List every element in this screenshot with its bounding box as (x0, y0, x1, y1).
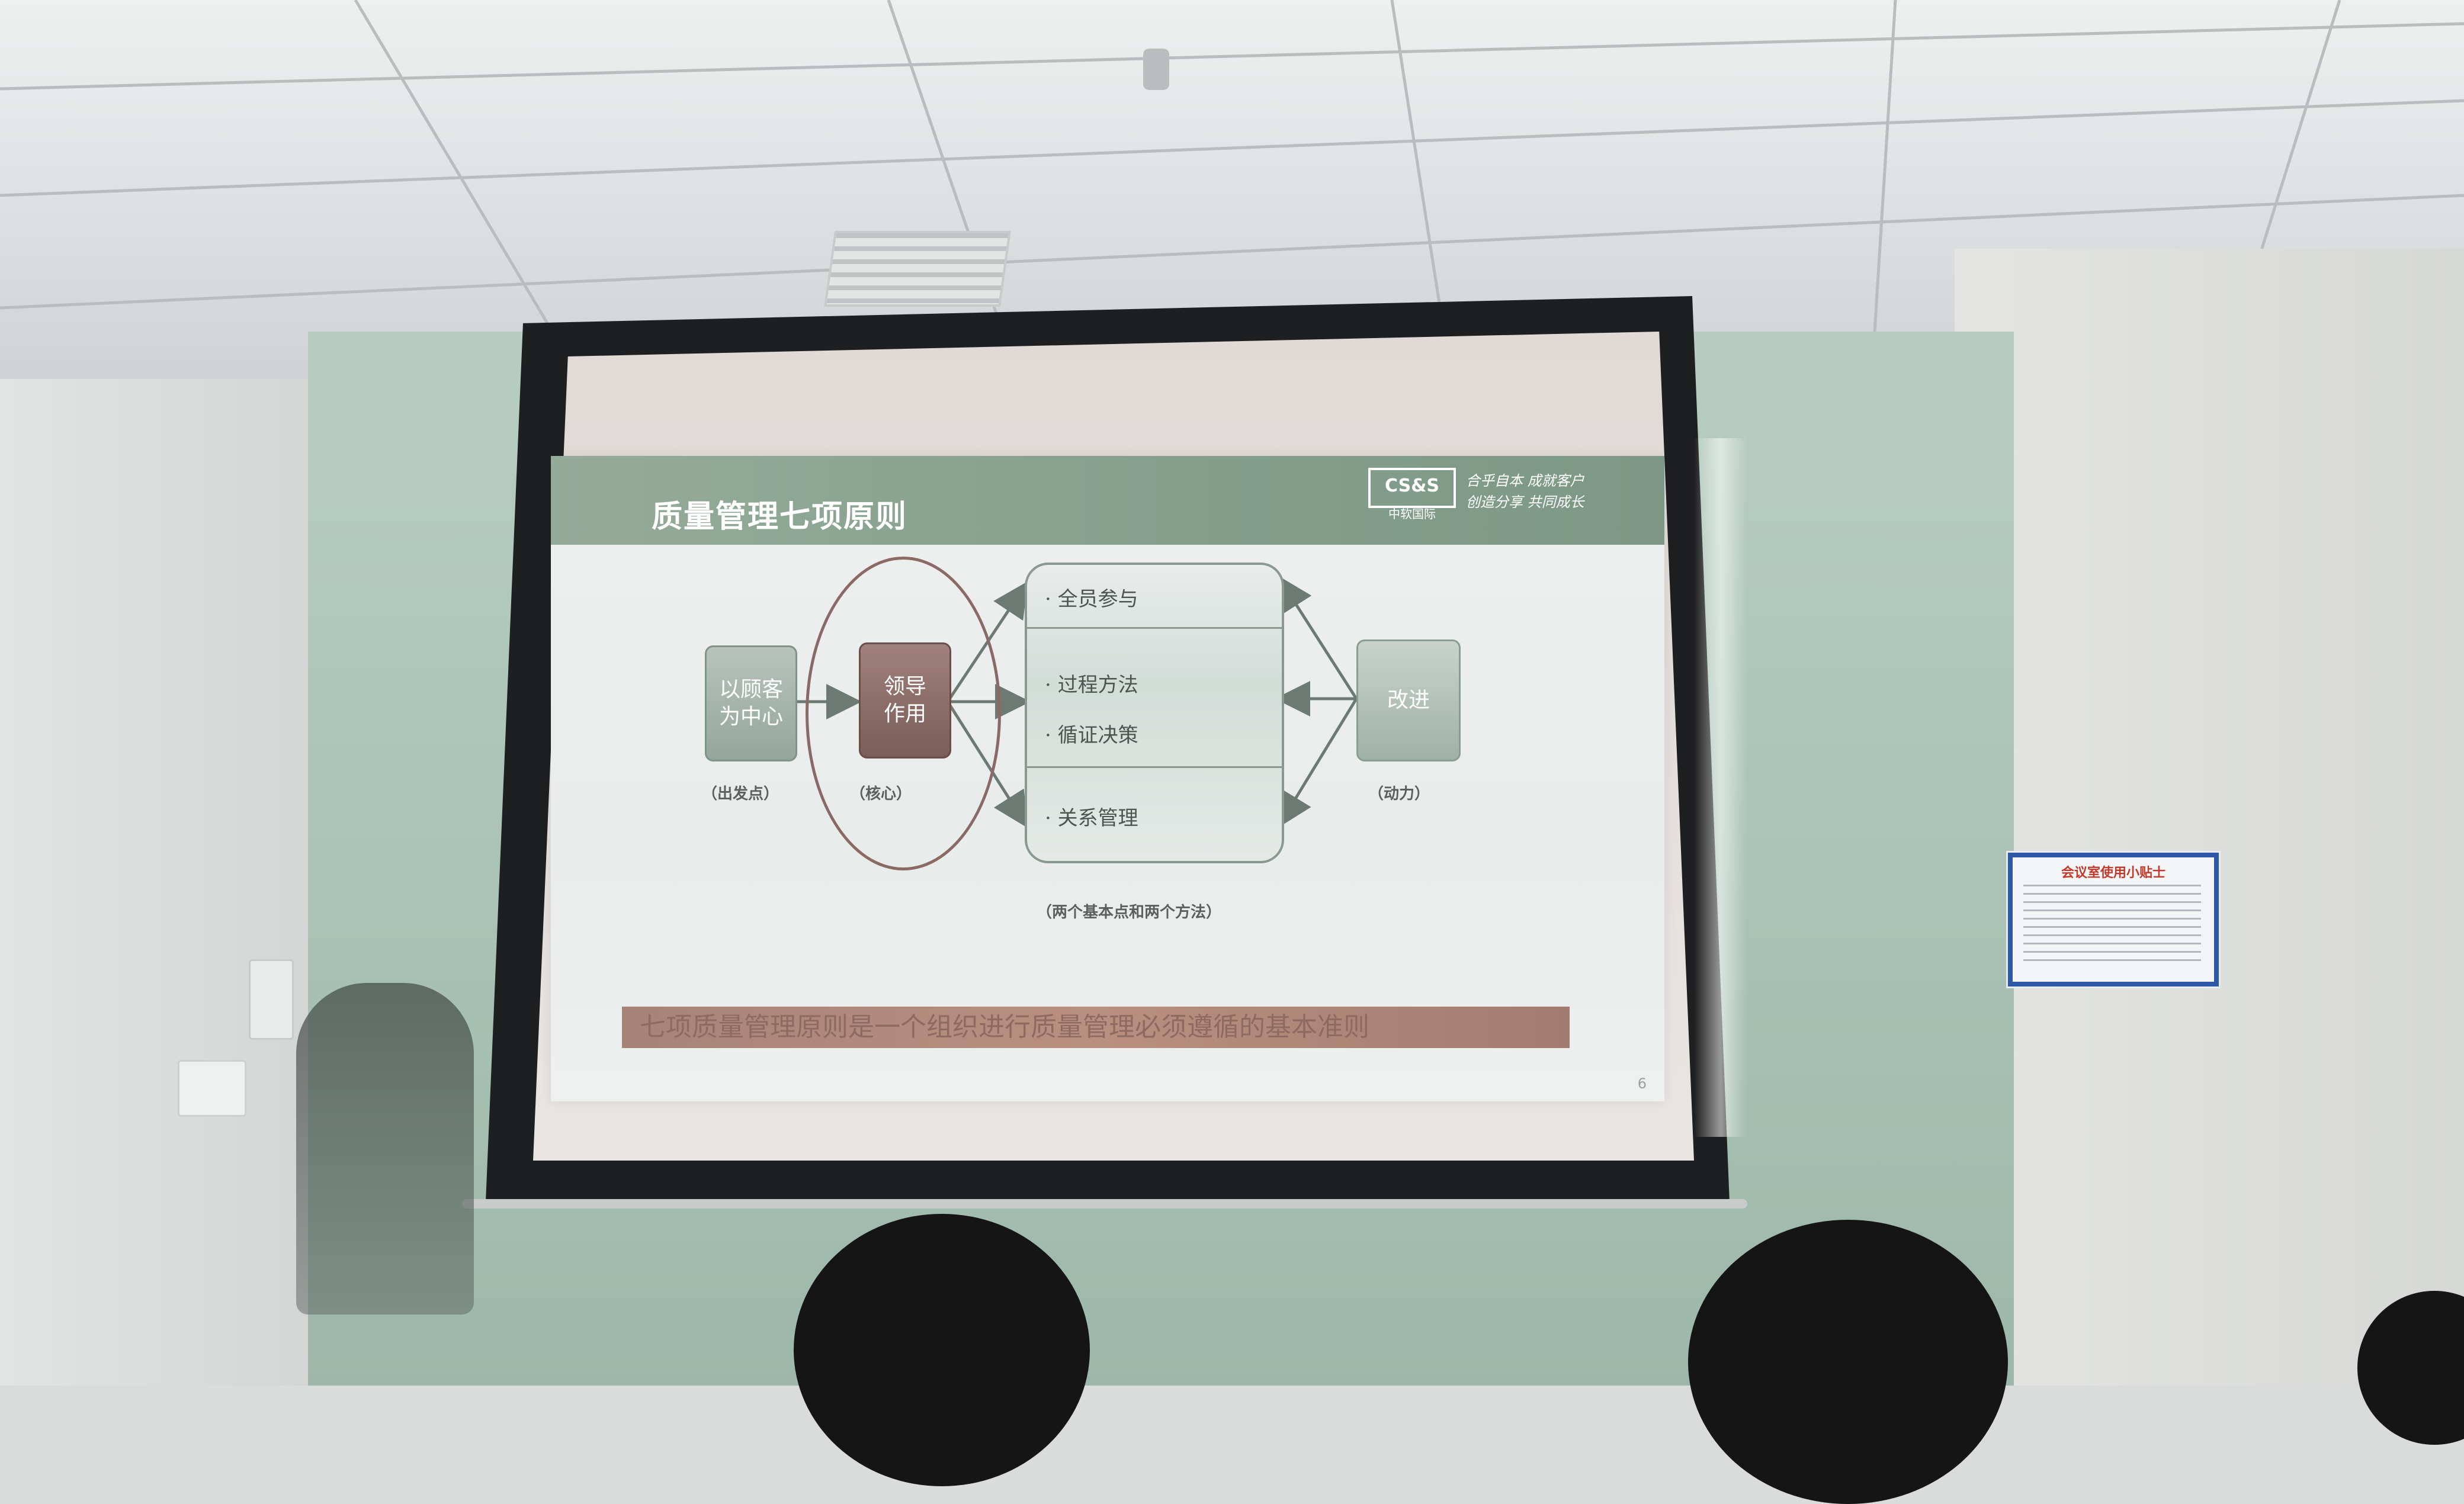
air-vent (824, 231, 1011, 307)
logo-slogan-line2: 创造分享 共同成长 (1466, 494, 1584, 510)
slide-summary-bar: 七项质量管理原则是一个组织进行质量管理必须遵循的基本准则 (622, 1007, 1570, 1048)
slide-title: 质量管理七项原则 (652, 499, 908, 535)
wall-plate (178, 1060, 246, 1117)
poster-title: 会议室使用小贴士 (2061, 866, 2165, 880)
leadership-label: 领导 作用 (883, 674, 926, 726)
caption-drive: （动力） (1368, 785, 1430, 803)
customer-focus-box: 以顾客 为中心 (705, 645, 797, 761)
presenter-silhouette (296, 983, 474, 1315)
caption-start: （出发点） (702, 785, 779, 803)
logo-box: CS&S (1368, 468, 1456, 508)
company-logo: CS&S 中软国际 合乎自本 成就客户 创造分享 共同成长 (1368, 462, 1647, 521)
poster-text-lines (2023, 885, 2201, 968)
slide-page-number: 6 (1637, 1075, 1647, 1092)
logo-subtext: 中软国际 (1388, 507, 1436, 521)
improvement-label: 改进 (1387, 688, 1430, 712)
wall-switch (249, 959, 294, 1040)
screen-bottom-bar (462, 1199, 1747, 1209)
light-reflection (1694, 438, 1747, 1137)
presentation-slide: 质量管理七项原则 CS&S 中软国际 合乎自本 成就客户 创造分享 共同成长 以… (551, 456, 1664, 1101)
left-wall (0, 379, 332, 1386)
panel-item-relationship: · 关系管理 (1045, 806, 1138, 830)
principles-diagram: 以顾客 为中心 领导 作用 · 全员参与 · 过程方法 · 循证决策 · 关系管… (551, 545, 1664, 1018)
caption-core: （核心） (850, 785, 912, 803)
slide-header: 质量管理七项原则 CS&S 中软国际 合乎自本 成就客户 创造分享 共同成长 (551, 456, 1664, 545)
ceiling-sprinkler (1143, 49, 1169, 90)
panel-item-engagement: · 全员参与 (1045, 587, 1138, 611)
audience-head (794, 1214, 1090, 1486)
right-wall (1955, 249, 2464, 1386)
center-panel: · 全员参与 · 过程方法 · 循证决策 · 关系管理 (1025, 563, 1284, 863)
customer-focus-label: 以顾客 为中心 (718, 677, 783, 729)
panel-item-evidence: · 循证决策 (1045, 724, 1138, 747)
panel-divider (1027, 766, 1282, 768)
improvement-box: 改进 (1356, 639, 1461, 761)
logo-slogan-line1: 合乎自本 成就客户 (1466, 473, 1584, 489)
leadership-box: 领导 作用 (859, 642, 951, 759)
meeting-room-poster: 会议室使用小贴士 (2008, 853, 2219, 986)
audience-head (1688, 1220, 2008, 1504)
panel-divider (1027, 627, 1282, 629)
panel-item-process: · 过程方法 (1045, 673, 1138, 697)
caption-bottom: （两个基本点和两个方法） (1037, 904, 1222, 921)
